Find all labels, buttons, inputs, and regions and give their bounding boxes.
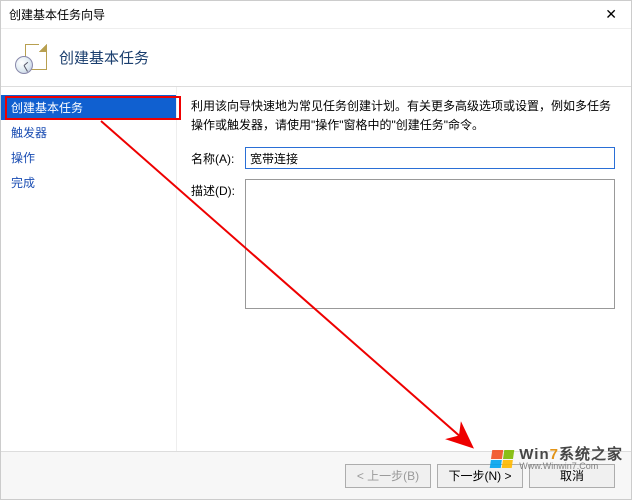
- wizard-footer: < 上一步(B) 下一步(N) > 取消: [1, 451, 631, 499]
- wizard-sidebar: 创建基本任务 触发器 操作 完成: [1, 87, 177, 453]
- description-label: 描述(D):: [191, 179, 245, 199]
- wizard-body: 创建基本任务 触发器 操作 完成 利用该向导快速地为常见任务创建计划。有关更多高…: [1, 87, 631, 453]
- step-action[interactable]: 操作: [1, 145, 176, 170]
- hint-text: 利用该向导快速地为常见任务创建计划。有关更多高级选项或设置，例如多任务操作或触发…: [191, 97, 615, 135]
- page-heading: 创建基本任务: [59, 47, 149, 68]
- next-button[interactable]: 下一步(N) >: [437, 464, 523, 488]
- name-row: 名称(A):: [191, 147, 615, 169]
- task-schedule-icon: [15, 42, 47, 74]
- name-input[interactable]: [245, 147, 615, 169]
- back-button: < 上一步(B): [345, 464, 431, 488]
- description-row: 描述(D):: [191, 179, 615, 309]
- wizard-content: 利用该向导快速地为常见任务创建计划。有关更多高级选项或设置，例如多任务操作或触发…: [177, 87, 631, 453]
- step-finish[interactable]: 完成: [1, 170, 176, 195]
- step-trigger[interactable]: 触发器: [1, 120, 176, 145]
- wizard-window: 创建基本任务向导 ✕ 创建基本任务 创建基本任务 触发器 操作 完成 利用该向导…: [0, 0, 632, 500]
- name-label: 名称(A):: [191, 147, 245, 167]
- titlebar: 创建基本任务向导 ✕: [1, 1, 631, 29]
- description-input[interactable]: [245, 179, 615, 309]
- step-create-basic-task[interactable]: 创建基本任务: [1, 95, 176, 120]
- cancel-button[interactable]: 取消: [529, 464, 615, 488]
- window-title: 创建基本任务向导: [9, 6, 105, 23]
- close-icon[interactable]: ✕: [599, 6, 623, 23]
- wizard-header: 创建基本任务: [1, 29, 631, 87]
